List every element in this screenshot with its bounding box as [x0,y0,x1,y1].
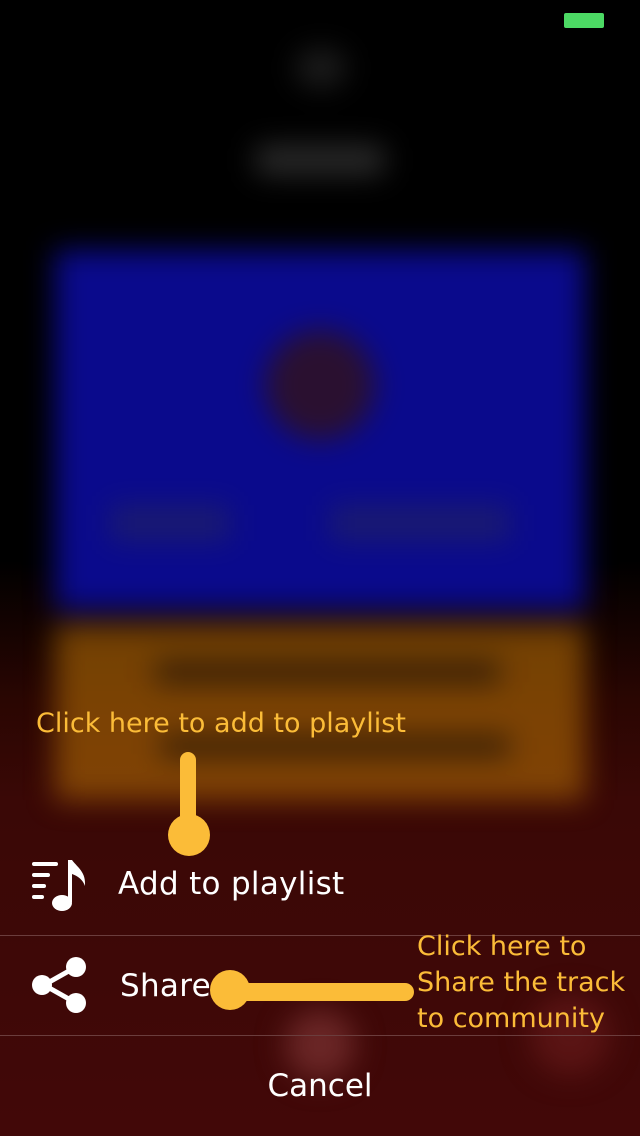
hint-pointer-dot [168,814,210,856]
share-hint-line: to community [417,1003,605,1034]
share-label: Share [120,968,211,1004]
add-to-playlist-label: Add to playlist [118,866,345,902]
cancel-button[interactable]: Cancel [0,1036,640,1136]
share-hint-line: Share the track [417,967,626,998]
playlist-add-icon [30,856,92,918]
share-icon [30,954,92,1016]
add-to-playlist-hint: Click here to add to playlist [36,708,406,739]
add-to-playlist-button[interactable]: Add to playlist [0,832,640,936]
cancel-label: Cancel [267,1068,373,1104]
hint-pointer [228,983,414,1001]
share-hint: Click here to Share the track to communi… [417,929,637,1037]
hint-pointer-dot [210,970,250,1010]
share-hint-line: Click here to [417,931,587,962]
